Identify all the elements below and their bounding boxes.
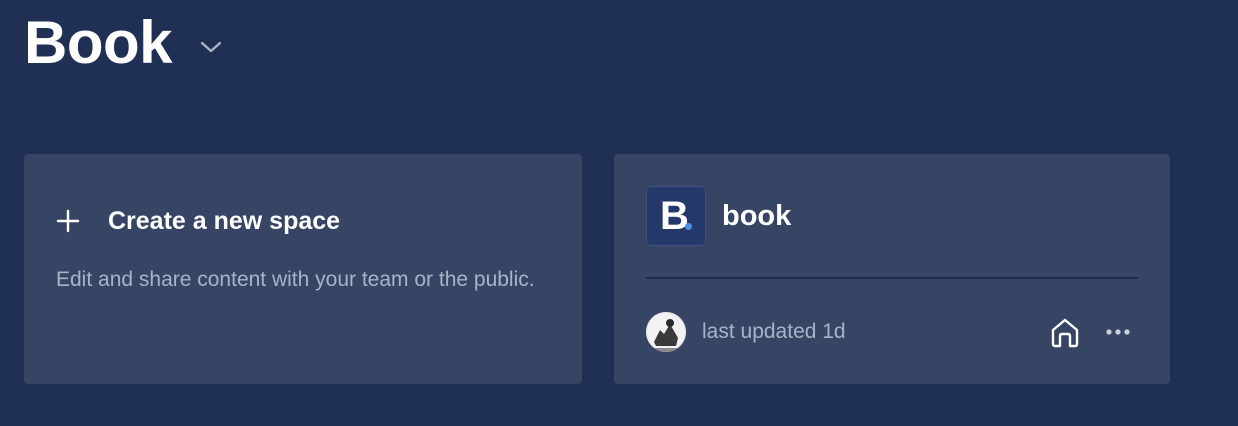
space-logo[interactable]: B xyxy=(646,186,706,246)
page-title: Book xyxy=(24,9,173,76)
space-card-header: B book xyxy=(646,186,1138,246)
last-updated-text: last updated 1d xyxy=(702,320,846,343)
create-space-title: Create a new space xyxy=(108,207,341,235)
space-name[interactable]: book xyxy=(722,199,791,233)
space-logo-dot xyxy=(685,223,692,230)
create-space-row: Create a new space xyxy=(56,206,550,236)
plus-icon xyxy=(56,209,80,233)
create-space-card[interactable]: Create a new space Edit and share conten… xyxy=(24,154,582,384)
space-card: B book last updated 1d xyxy=(614,154,1170,384)
more-horizontal-icon[interactable] xyxy=(1104,322,1132,342)
chevron-down-icon[interactable] xyxy=(198,39,224,55)
create-space-description: Edit and share content with your team or… xyxy=(56,268,535,291)
space-logo-letter: B xyxy=(660,194,689,238)
space-card-divider xyxy=(646,277,1138,279)
space-card-footer: last updated 1d xyxy=(646,312,1138,352)
page-header: Book xyxy=(24,8,224,78)
avatar xyxy=(646,312,686,352)
home-icon[interactable] xyxy=(1048,315,1082,349)
